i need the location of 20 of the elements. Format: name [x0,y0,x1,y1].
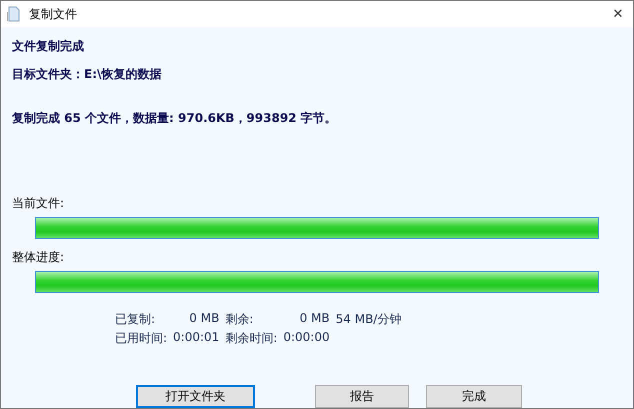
stat-text: 剩余: [225,311,254,328]
stat-text: 0:00:00 [283,330,330,346]
stat-text: 已用时间: [115,330,168,347]
target-folder: 目标文件夹：E:\恢复的数据 [12,66,162,83]
dialog-button[interactable]: 打开文件夹 [136,385,255,408]
stat-text: 已复制: [115,311,156,328]
close-button[interactable]: ✕ [603,6,633,22]
dialog-button[interactable]: 报告 [315,385,409,408]
heading: 文件复制完成 [12,38,85,55]
window-title: 复制文件 [29,6,78,22]
stat-text: 54 MB/分钟 [336,311,402,328]
progress-label: 当前文件: [12,195,66,212]
dialog-button[interactable]: 完成 [426,385,522,408]
stat-text: 0 MB [298,311,330,327]
progress-label: 整体进度: [12,249,66,266]
stat-text: 0:00:01 [173,330,220,346]
stat-text: 剩余时间: [225,330,278,347]
stat-text: 0 MB [188,311,220,327]
document-icon [7,6,21,22]
summary-text: 复制完成 65 个文件，数据量: 970.6KB，993892 字节。 [12,110,338,127]
